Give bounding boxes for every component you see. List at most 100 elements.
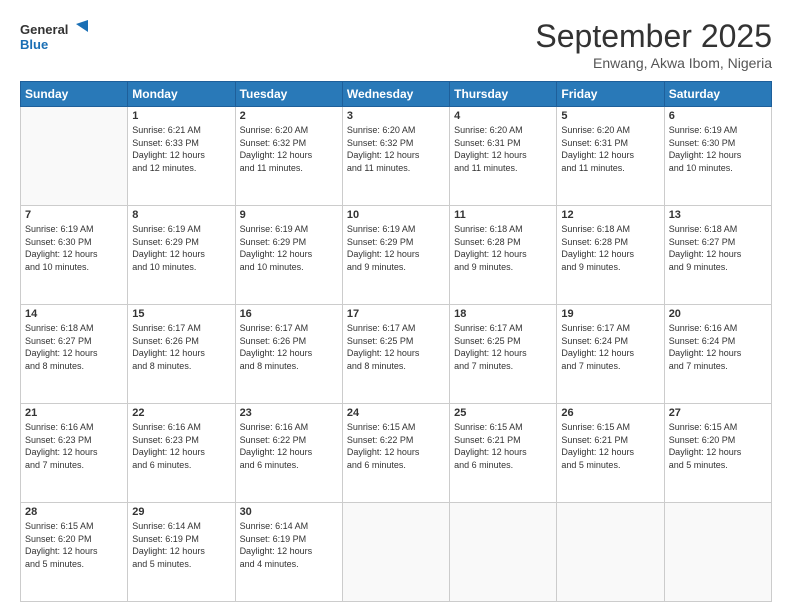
table-row: 8 Sunrise: 6:19 AM Sunset: 6:29 PM Daylig… bbox=[128, 206, 235, 305]
day-number: 19 bbox=[561, 308, 659, 320]
day-number: 26 bbox=[561, 407, 659, 419]
table-row: 9Sunrise: 6:19 AM Sunset: 6:29 PM Daylig… bbox=[235, 206, 342, 305]
col-saturday: Saturday bbox=[664, 82, 771, 107]
day-number: 22 bbox=[132, 407, 230, 419]
day-info: Sunrise: 6:21 AM Sunset: 6:33 PM Dayligh… bbox=[132, 124, 230, 174]
table-row: 18Sunrise: 6:17 AM Sunset: 6:25 PM Dayli… bbox=[450, 305, 557, 404]
table-row: 26 Sunrise: 6:15 AM Sunset: 6:21 PM Dayli… bbox=[557, 404, 664, 503]
table-row: 16 Sunrise: 6:17 AM Sunset: 6:26 PM Dayli… bbox=[235, 305, 342, 404]
day-info: Sunrise: 6:20 AM Sunset: 6:31 PM Dayligh… bbox=[561, 124, 659, 174]
generalblue-logo: General Blue bbox=[20, 18, 90, 54]
day-number: 18 bbox=[454, 308, 552, 320]
table-row: 14 Sunrise: 6:18 AM Sunset: 6:27 PM Dayli… bbox=[21, 305, 128, 404]
day-info: Sunrise: 6:17 AM Sunset: 6:26 PM Dayligh… bbox=[240, 322, 338, 372]
col-tuesday: Tuesday bbox=[235, 82, 342, 107]
day-info: Sunrise: 6:15 AM Sunset: 6:22 PM Dayligh… bbox=[347, 421, 445, 471]
day-number: 3 bbox=[347, 110, 445, 122]
day-info: Sunrise: 6:17 AM Sunset: 6:26 PM Dayligh… bbox=[132, 322, 230, 372]
day-number: 15 bbox=[132, 308, 230, 320]
calendar-week-row: 28 Sunrise: 6:15 AM Sunset: 6:20 PM Dayli… bbox=[21, 503, 772, 602]
day-info: Sunrise: 6:15 AM Sunset: 6:21 PM Dayligh… bbox=[561, 421, 659, 471]
day-info: Sunrise: 6:18 AM Sunset: 6:27 PM Dayligh… bbox=[25, 322, 123, 372]
svg-text:General: General bbox=[20, 22, 68, 37]
table-row: 15 Sunrise: 6:17 AM Sunset: 6:26 PM Dayli… bbox=[128, 305, 235, 404]
day-number: 21 bbox=[25, 407, 123, 419]
col-friday: Friday bbox=[557, 82, 664, 107]
day-info: Sunrise: 6:19 AM Sunset: 6:30 PM Dayligh… bbox=[669, 124, 767, 174]
table-row: 19 Sunrise: 6:17 AM Sunset: 6:24 PM Dayli… bbox=[557, 305, 664, 404]
table-row bbox=[557, 503, 664, 602]
day-info: Sunrise: 6:19 AM Sunset: 6:30 PM Dayligh… bbox=[25, 223, 123, 273]
day-info: Sunrise: 6:20 AM Sunset: 6:31 PM Dayligh… bbox=[454, 124, 552, 174]
day-info: Sunrise: 6:18 AM Sunset: 6:27 PM Dayligh… bbox=[669, 223, 767, 273]
month-title: September 2025 bbox=[535, 18, 772, 55]
day-info: Sunrise: 6:17 AM Sunset: 6:24 PM Dayligh… bbox=[561, 322, 659, 372]
day-number: 12 bbox=[561, 209, 659, 221]
day-info: Sunrise: 6:20 AM Sunset: 6:32 PM Dayligh… bbox=[347, 124, 445, 174]
table-row: 5Sunrise: 6:20 AM Sunset: 6:31 PM Daylig… bbox=[557, 107, 664, 206]
day-number: 16 bbox=[240, 308, 338, 320]
table-row bbox=[450, 503, 557, 602]
day-number: 4 bbox=[454, 110, 552, 122]
table-row: 23Sunrise: 6:16 AM Sunset: 6:22 PM Dayli… bbox=[235, 404, 342, 503]
day-number: 25 bbox=[454, 407, 552, 419]
header: General Blue September 2025 Enwang, Akwa… bbox=[20, 18, 772, 71]
table-row: 21Sunrise: 6:16 AM Sunset: 6:23 PM Dayli… bbox=[21, 404, 128, 503]
calendar-week-row: 1 Sunrise: 6:21 AM Sunset: 6:33 PM Daylig… bbox=[21, 107, 772, 206]
col-sunday: Sunday bbox=[21, 82, 128, 107]
day-number: 28 bbox=[25, 506, 123, 518]
svg-text:Blue: Blue bbox=[20, 37, 48, 52]
title-block: September 2025 Enwang, Akwa Ibom, Nigeri… bbox=[535, 18, 772, 71]
day-info: Sunrise: 6:14 AM Sunset: 6:19 PM Dayligh… bbox=[132, 520, 230, 570]
day-info: Sunrise: 6:14 AM Sunset: 6:19 PM Dayligh… bbox=[240, 520, 338, 570]
table-row: 22Sunrise: 6:16 AM Sunset: 6:23 PM Dayli… bbox=[128, 404, 235, 503]
day-number: 20 bbox=[669, 308, 767, 320]
day-info: Sunrise: 6:20 AM Sunset: 6:32 PM Dayligh… bbox=[240, 124, 338, 174]
table-row: 10Sunrise: 6:19 AM Sunset: 6:29 PM Dayli… bbox=[342, 206, 449, 305]
day-info: Sunrise: 6:19 AM Sunset: 6:29 PM Dayligh… bbox=[132, 223, 230, 273]
table-row: 25 Sunrise: 6:15 AM Sunset: 6:21 PM Dayli… bbox=[450, 404, 557, 503]
day-info: Sunrise: 6:16 AM Sunset: 6:24 PM Dayligh… bbox=[669, 322, 767, 372]
table-row: 2 Sunrise: 6:20 AM Sunset: 6:32 PM Daylig… bbox=[235, 107, 342, 206]
table-row bbox=[342, 503, 449, 602]
day-number: 13 bbox=[669, 209, 767, 221]
table-row: 27Sunrise: 6:15 AM Sunset: 6:20 PM Dayli… bbox=[664, 404, 771, 503]
day-number: 23 bbox=[240, 407, 338, 419]
table-row: 28 Sunrise: 6:15 AM Sunset: 6:20 PM Dayli… bbox=[21, 503, 128, 602]
calendar-table: Sunday Monday Tuesday Wednesday Thursday… bbox=[20, 81, 772, 602]
day-info: Sunrise: 6:18 AM Sunset: 6:28 PM Dayligh… bbox=[454, 223, 552, 273]
table-row: 24Sunrise: 6:15 AM Sunset: 6:22 PM Dayli… bbox=[342, 404, 449, 503]
table-row: 11 Sunrise: 6:18 AM Sunset: 6:28 PM Dayli… bbox=[450, 206, 557, 305]
calendar-week-row: 21Sunrise: 6:16 AM Sunset: 6:23 PM Dayli… bbox=[21, 404, 772, 503]
day-number: 1 bbox=[132, 110, 230, 122]
table-row: 29 Sunrise: 6:14 AM Sunset: 6:19 PM Dayli… bbox=[128, 503, 235, 602]
table-row: 30 Sunrise: 6:14 AM Sunset: 6:19 PM Dayli… bbox=[235, 503, 342, 602]
col-monday: Monday bbox=[128, 82, 235, 107]
table-row bbox=[21, 107, 128, 206]
day-number: 14 bbox=[25, 308, 123, 320]
day-number: 29 bbox=[132, 506, 230, 518]
day-number: 8 bbox=[132, 209, 230, 221]
day-info: Sunrise: 6:18 AM Sunset: 6:28 PM Dayligh… bbox=[561, 223, 659, 273]
day-info: Sunrise: 6:15 AM Sunset: 6:21 PM Dayligh… bbox=[454, 421, 552, 471]
day-info: Sunrise: 6:17 AM Sunset: 6:25 PM Dayligh… bbox=[347, 322, 445, 372]
table-row: 1 Sunrise: 6:21 AM Sunset: 6:33 PM Daylig… bbox=[128, 107, 235, 206]
day-number: 17 bbox=[347, 308, 445, 320]
day-number: 2 bbox=[240, 110, 338, 122]
col-thursday: Thursday bbox=[450, 82, 557, 107]
calendar-week-row: 14 Sunrise: 6:18 AM Sunset: 6:27 PM Dayli… bbox=[21, 305, 772, 404]
day-info: Sunrise: 6:15 AM Sunset: 6:20 PM Dayligh… bbox=[669, 421, 767, 471]
day-info: Sunrise: 6:15 AM Sunset: 6:20 PM Dayligh… bbox=[25, 520, 123, 570]
table-row: 4 Sunrise: 6:20 AM Sunset: 6:31 PM Daylig… bbox=[450, 107, 557, 206]
table-row: 12 Sunrise: 6:18 AM Sunset: 6:28 PM Dayli… bbox=[557, 206, 664, 305]
page: General Blue September 2025 Enwang, Akwa… bbox=[0, 0, 792, 612]
table-row: 7Sunrise: 6:19 AM Sunset: 6:30 PM Daylig… bbox=[21, 206, 128, 305]
calendar-week-row: 7Sunrise: 6:19 AM Sunset: 6:30 PM Daylig… bbox=[21, 206, 772, 305]
table-row bbox=[664, 503, 771, 602]
col-wednesday: Wednesday bbox=[342, 82, 449, 107]
day-number: 11 bbox=[454, 209, 552, 221]
logo: General Blue bbox=[20, 18, 90, 54]
day-info: Sunrise: 6:19 AM Sunset: 6:29 PM Dayligh… bbox=[347, 223, 445, 273]
table-row: 17 Sunrise: 6:17 AM Sunset: 6:25 PM Dayli… bbox=[342, 305, 449, 404]
day-number: 30 bbox=[240, 506, 338, 518]
